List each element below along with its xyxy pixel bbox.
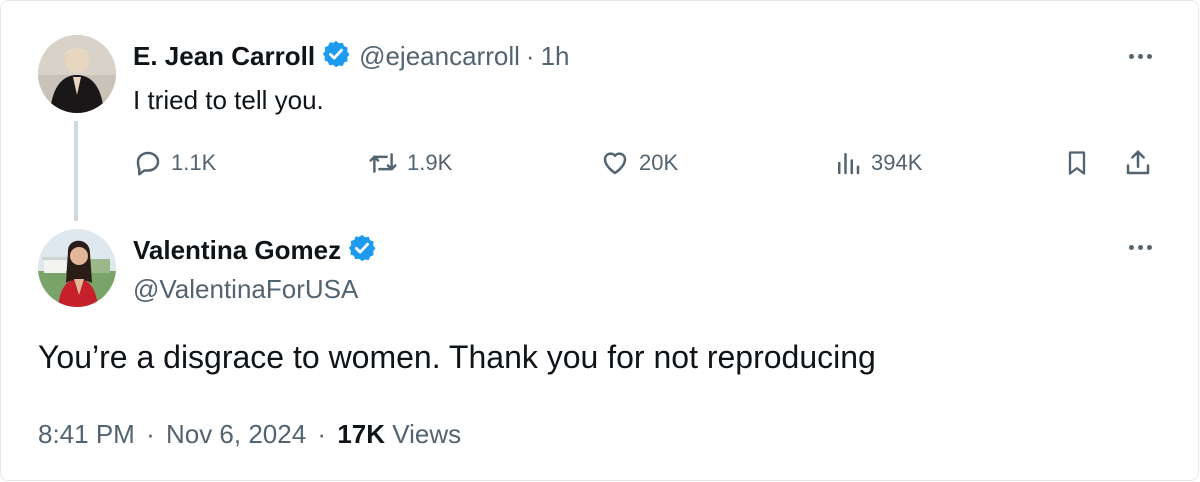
views-label: Views bbox=[392, 419, 462, 449]
thread-connector-line bbox=[74, 121, 78, 221]
verified-icon bbox=[347, 233, 377, 268]
parent-tweet-header: E. Jean Carroll @ejeancarroll · 1h bbox=[133, 39, 569, 74]
reply-button[interactable]: 1.1K bbox=[133, 145, 216, 181]
repost-count: 1.9K bbox=[407, 150, 453, 175]
views-count: 394K bbox=[871, 150, 923, 175]
tweet-time-ago[interactable]: 1h bbox=[541, 41, 570, 72]
separator-dot: · bbox=[525, 41, 535, 71]
separator-dot: · bbox=[317, 419, 327, 449]
avatar-ejeancarroll[interactable] bbox=[38, 35, 116, 113]
author-name[interactable]: E. Jean Carroll bbox=[133, 41, 315, 72]
tweet-card: E. Jean Carroll @ejeancarroll · 1h I tri… bbox=[0, 0, 1199, 481]
reply-tweet-header: Valentina Gomez bbox=[133, 233, 377, 268]
tweet-time[interactable]: 8:41 PM bbox=[38, 419, 135, 449]
author-handle[interactable]: @ejeancarroll bbox=[359, 41, 520, 72]
reply-icon bbox=[136, 151, 160, 176]
repost-button[interactable]: 1.9K bbox=[367, 145, 452, 181]
avatar-valentinaforusa[interactable] bbox=[38, 229, 116, 307]
repost-icon bbox=[369, 153, 397, 173]
author-name[interactable]: Valentina Gomez bbox=[133, 235, 341, 266]
reply-tweet-text: You’re a disgrace to women. Thank you fo… bbox=[38, 339, 876, 375]
more-icon[interactable] bbox=[1129, 245, 1152, 250]
parent-tweet-text: I tried to tell you. bbox=[133, 85, 324, 115]
reply-count: 1.1K bbox=[171, 150, 217, 175]
share-button[interactable] bbox=[1123, 145, 1153, 181]
verified-icon bbox=[321, 39, 351, 74]
tweet-date[interactable]: Nov 6, 2024 bbox=[166, 419, 306, 449]
like-button[interactable]: 20K bbox=[599, 145, 678, 181]
like-icon bbox=[603, 152, 627, 175]
more-icon[interactable] bbox=[1129, 54, 1152, 59]
bookmark-button[interactable] bbox=[1063, 145, 1091, 181]
views-count: 17K bbox=[337, 419, 386, 449]
like-count: 20K bbox=[639, 150, 679, 175]
author-handle[interactable]: @ValentinaForUSA bbox=[133, 274, 358, 305]
bookmark-icon bbox=[1068, 151, 1086, 175]
views-button[interactable]: 394K bbox=[833, 145, 922, 181]
tweet-metadata: 8:41 PM · Nov 6, 2024 · 17K Views bbox=[38, 419, 461, 450]
share-icon bbox=[1126, 150, 1150, 175]
separator-dot: · bbox=[146, 419, 155, 449]
views-icon bbox=[838, 153, 860, 175]
